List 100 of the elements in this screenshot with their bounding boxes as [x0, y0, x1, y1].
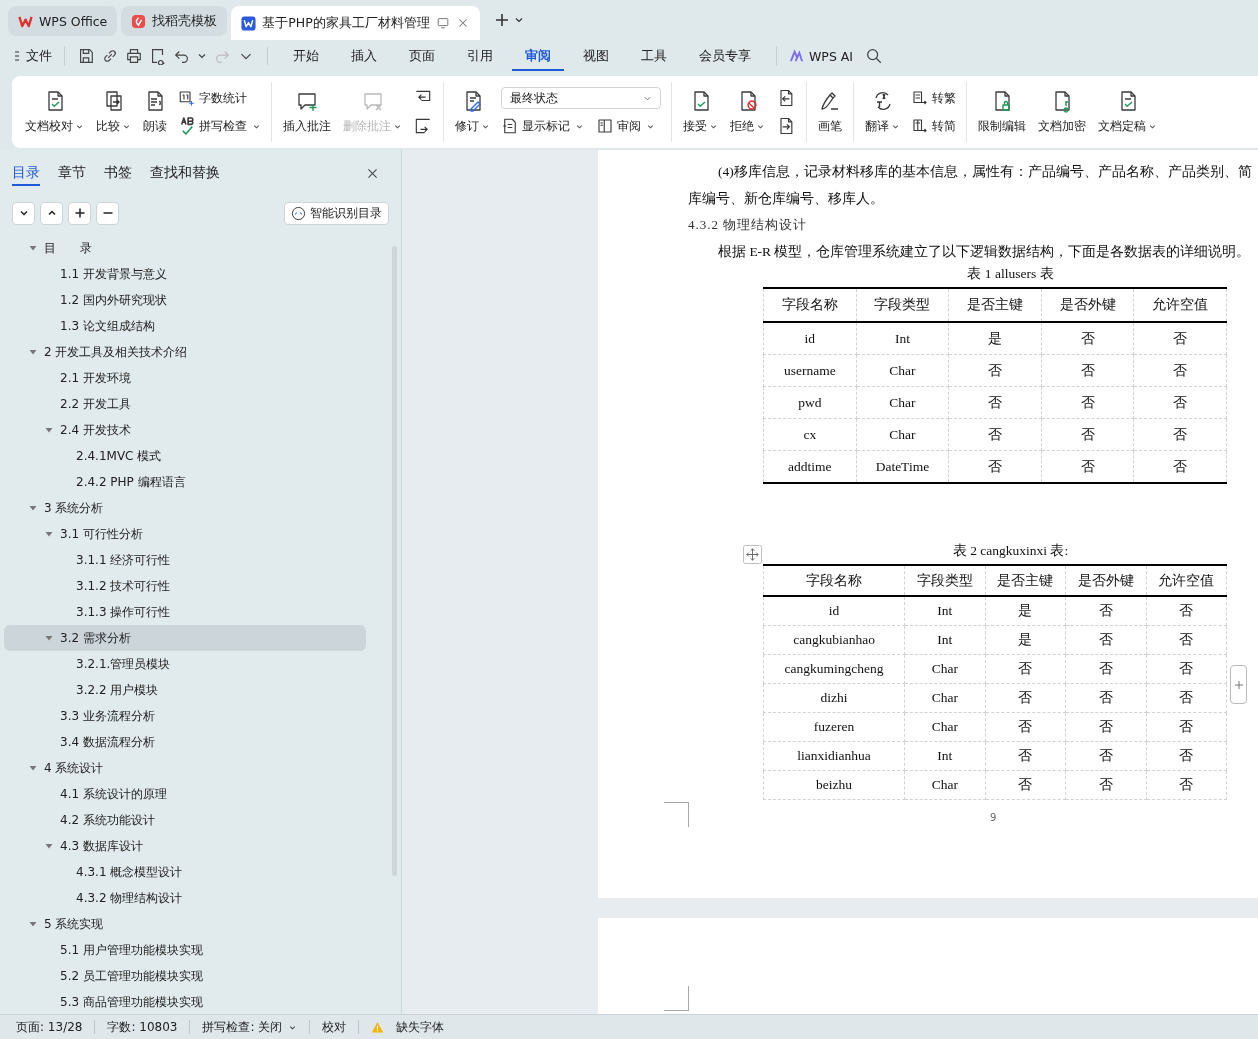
ribbon-button[interactable]: 比较	[91, 85, 136, 139]
outline-item[interactable]: 1.2 国内外研究现状	[4, 287, 366, 313]
ribbon-button[interactable]: 显示标记	[501, 117, 590, 135]
outline-item[interactable]: 2.1 开发环境	[4, 365, 366, 391]
panel-tab[interactable]: 章节	[58, 160, 86, 186]
outline-item[interactable]: 3.1.1 经济可行性	[4, 547, 366, 573]
outline-item[interactable]: 3.3 业务流程分析	[4, 703, 366, 729]
ribbon-button[interactable]: 转繁	[911, 89, 956, 107]
smart-toc-button[interactable]: 智能识别目录	[284, 201, 389, 225]
expanded-triangle-icon[interactable]	[44, 425, 54, 435]
outline-item[interactable]: 4.3 数据库设计	[4, 833, 366, 859]
save-icon[interactable]	[77, 47, 95, 65]
ribbon-button[interactable]: 画笔	[813, 85, 847, 139]
proofread-button[interactable]: 校对	[322, 1018, 347, 1036]
expanded-triangle-icon[interactable]	[44, 529, 54, 539]
ribbon-tab[interactable]: 审阅	[512, 41, 564, 71]
panel-tab[interactable]: 书签	[104, 160, 132, 186]
outline-item[interactable]: 3.4 数据流程分析	[4, 729, 366, 755]
table-cell: 否	[985, 770, 1066, 800]
chevron-down-icon[interactable]	[513, 15, 524, 25]
outline-item[interactable]: 5.1 用户管理功能模块实现	[4, 937, 366, 963]
monitor-icon[interactable]	[435, 16, 450, 30]
new-tab-icon[interactable]	[493, 12, 510, 28]
ribbon-button[interactable]: 接受	[678, 85, 723, 139]
outline-item[interactable]: 2 开发工具及相关技术介绍	[4, 339, 366, 365]
markup-state-dropdown[interactable]: 最终状态	[501, 87, 661, 109]
outline-item[interactable]: 3.2.1.管理员模块	[4, 651, 366, 677]
ribbon-button[interactable]: 修订	[450, 85, 495, 139]
ribbon-button[interactable]: 限制编辑	[973, 85, 1031, 139]
ribbon-tab[interactable]: 视图	[570, 41, 622, 71]
outline-item[interactable]: 5.2 员工管理功能模块实现	[4, 963, 366, 989]
outline-item[interactable]: 5.3 商品管理功能模块实现	[4, 989, 366, 1014]
add-button[interactable]	[68, 201, 91, 225]
panel-tab[interactable]: 查找和替换	[150, 160, 220, 186]
outline-item[interactable]: 2.4.2 PHP 编程语言	[4, 469, 366, 495]
ribbon-button[interactable]: 文档定稿	[1093, 85, 1162, 139]
word-count[interactable]: 字数: 10803	[107, 1018, 178, 1036]
wps-ai-button[interactable]: WPS AI	[789, 48, 854, 64]
outline-item[interactable]: 2.4 开发技术	[4, 417, 366, 443]
outline-item[interactable]: 2.2 开发工具	[4, 391, 366, 417]
move-handle-icon[interactable]	[743, 545, 762, 564]
panel-tab[interactable]: 目录	[12, 160, 40, 186]
print-icon[interactable]	[125, 47, 143, 65]
window-tab[interactable]: 找稻壳模板	[121, 6, 228, 36]
paragraph-line: (4)移库信息，记录材料移库的基本信息，属性有：产品编号、产品名称、产品类别、简	[717, 163, 1253, 181]
ribbon-button[interactable]: 文档加密	[1033, 85, 1091, 139]
table-cell: Char	[904, 683, 986, 713]
file-menu-button[interactable]: 文件	[14, 47, 52, 65]
outline-item[interactable]: 4.3.2 物理结构设计	[4, 885, 366, 911]
outline-item[interactable]: 3.1.3 操作可行性	[4, 599, 366, 625]
expanded-triangle-icon[interactable]	[28, 763, 38, 773]
ribbon-button[interactable]: 插入批注	[278, 85, 336, 139]
ribbon-button[interactable]: 拒绝	[725, 85, 770, 139]
outline-item[interactable]: 4.1 系统设计的原理	[4, 781, 366, 807]
close-icon[interactable]	[366, 166, 379, 180]
outline-item[interactable]: 3.1 可行性分析	[4, 521, 366, 547]
spell-check-toggle[interactable]: 拼写检查: 关闭	[202, 1018, 298, 1036]
ribbon-tab[interactable]: 开始	[280, 41, 332, 71]
outline-item[interactable]: 5 系统实现	[4, 911, 366, 937]
outline-item[interactable]: 3 系统分析	[4, 495, 366, 521]
expanded-triangle-icon[interactable]	[28, 503, 38, 513]
ribbon-tab[interactable]: 会员专享	[686, 41, 764, 71]
expanded-triangle-icon[interactable]	[28, 919, 38, 929]
expand-down-button[interactable]	[12, 201, 35, 225]
ribbon-button[interactable]: 朗读	[138, 85, 172, 139]
outline-item[interactable]: 目 录	[4, 235, 366, 261]
window-tab[interactable]: 基于PHP的家具工厂材料管理	[231, 6, 480, 40]
expanded-triangle-icon[interactable]	[28, 347, 38, 357]
expanded-triangle-icon[interactable]	[44, 633, 54, 643]
outline-item[interactable]: 4 系统设计	[4, 755, 366, 781]
missing-font-button[interactable]: 缺失字体	[396, 1018, 445, 1036]
outline-item[interactable]: 2.4.1MVC 模式	[4, 443, 366, 469]
ribbon-tab[interactable]: 工具	[628, 41, 680, 71]
ribbon-button[interactable]: 审阅	[596, 117, 661, 135]
ribbon-tab[interactable]: 页面	[396, 41, 448, 71]
expanded-triangle-icon[interactable]	[44, 841, 54, 851]
outline-item[interactable]: 1.1 开发背景与意义	[4, 261, 366, 287]
outline-item[interactable]: 3.2 需求分析	[4, 625, 366, 651]
print-preview-icon[interactable]	[149, 47, 167, 65]
outline-item[interactable]: 4.2 系统功能设计	[4, 807, 366, 833]
expanded-triangle-icon[interactable]	[28, 243, 38, 253]
ribbon-button[interactable]: 转简	[911, 117, 956, 135]
ribbon-tab[interactable]: 引用	[454, 41, 506, 71]
search-icon[interactable]	[865, 47, 884, 65]
page-count[interactable]: 页面: 13/28	[16, 1018, 83, 1036]
outline-item[interactable]: 3.2.2 用户模块	[4, 677, 366, 703]
link-icon[interactable]	[101, 47, 119, 65]
outline-item[interactable]: 4.3.1 概念模型设计	[4, 859, 366, 885]
outline-item[interactable]: 1.3 论文组成结构	[4, 313, 366, 339]
caret-icon[interactable]	[197, 51, 207, 61]
ribbon-button[interactable]: 字数统计	[178, 89, 261, 107]
ribbon-tab[interactable]: 插入	[338, 41, 390, 71]
outline-item[interactable]: 3.1.2 技术可行性	[4, 573, 366, 599]
ribbon-button[interactable]: 翻译	[860, 85, 905, 139]
next-comment-icon[interactable]	[413, 116, 433, 136]
collapse-up-button[interactable]	[40, 201, 63, 225]
window-tab[interactable]: WPS Office	[8, 6, 118, 36]
remove-button[interactable]	[96, 201, 119, 225]
ribbon-button[interactable]: 拼写检查	[178, 117, 261, 135]
ribbon-button[interactable]: 文档校对	[20, 85, 89, 139]
